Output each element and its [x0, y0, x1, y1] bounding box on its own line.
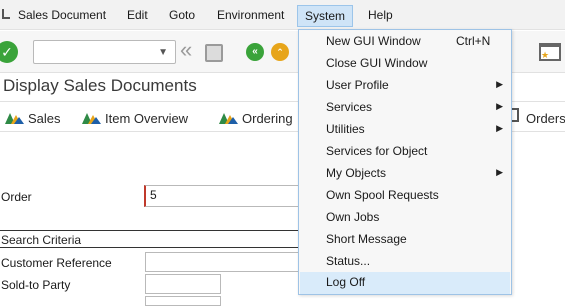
orders-button-label: Orders [526, 111, 565, 126]
menu-item-close-gui-window[interactable]: Close GUI Window [300, 53, 510, 75]
ordering-button-label: Ordering [242, 111, 293, 126]
menu-item-shortcut: Ctrl+N [456, 34, 491, 48]
menu-item-new-gui-window[interactable]: New GUI Window Ctrl+N [300, 31, 510, 53]
page-title: Display Sales Documents [3, 76, 197, 95]
overview-icon [219, 112, 238, 124]
menu-sales-document[interactable]: Sales Document [18, 8, 106, 22]
menu-item-label: Short Message [326, 232, 407, 246]
next-field-input[interactable] [145, 296, 221, 306]
ordering-button[interactable]: Ordering [219, 111, 293, 126]
command-field[interactable]: ▼ [33, 40, 176, 64]
menu-item-own-jobs[interactable]: Own Jobs [300, 207, 510, 229]
menu-item-label: Utilities [326, 122, 365, 136]
sales-button[interactable]: Sales [5, 111, 61, 126]
exit-icon[interactable]: ⌃ [271, 43, 289, 61]
menu-item-utilities[interactable]: Utilities ▶ [300, 119, 510, 141]
menu-item-label: Status... [326, 254, 371, 268]
menu-system[interactable]: System [297, 5, 354, 27]
item-overview-button[interactable]: Item Overview [82, 111, 188, 126]
order-input[interactable]: 5 [144, 185, 304, 207]
menu-item-services-for-object[interactable]: Services for Object [300, 141, 510, 163]
customer-reference-label: Customer Reference [1, 256, 112, 270]
overview-icon [82, 112, 101, 124]
customer-reference-input[interactable] [145, 252, 305, 272]
submenu-arrow-icon: ▶ [496, 123, 503, 133]
overview-icon [5, 112, 24, 124]
submenu-arrow-icon: ▶ [496, 101, 503, 111]
submenu-arrow-icon: ▶ [496, 79, 503, 89]
menu-item-label: Own Spool Requests [326, 188, 439, 202]
menu-bar: Sales Document Edit Goto Environment Sys… [0, 0, 565, 30]
menu-item-label: User Profile [326, 78, 389, 92]
sold-to-party-input[interactable] [145, 274, 221, 294]
menu-item-label: New GUI Window [326, 34, 421, 48]
menu-goto[interactable]: Goto [169, 8, 195, 22]
chevron-down-icon[interactable]: ▼ [158, 47, 168, 58]
menu-item-own-spool-requests[interactable]: Own Spool Requests [300, 185, 510, 207]
system-menu: New GUI Window Ctrl+N Close GUI Window U… [298, 29, 512, 295]
sales-button-label: Sales [28, 111, 61, 126]
double-left-arrow-icon[interactable]: « [180, 39, 192, 61]
menu-edit[interactable]: Edit [127, 8, 148, 22]
menu-environment[interactable]: Environment [217, 8, 284, 22]
menu-item-label: Services [326, 100, 373, 114]
menu-help[interactable]: Help [368, 8, 393, 22]
corner-icon [2, 9, 10, 19]
save-icon[interactable] [205, 44, 223, 62]
menu-item-label: Own Jobs [326, 210, 380, 224]
menu-item-label: Log Off [326, 275, 366, 289]
search-criteria-header: Search Criteria [0, 230, 300, 248]
menu-item-log-off[interactable]: Log Off [300, 272, 510, 294]
menu-item-my-objects[interactable]: My Objects ▶ [300, 163, 510, 185]
menu-item-label: Services for Object [326, 144, 428, 158]
customize-layout-icon[interactable]: ★ [539, 43, 561, 61]
submenu-arrow-icon: ▶ [496, 167, 503, 177]
menu-item-user-profile[interactable]: User Profile ▶ [300, 75, 510, 97]
menu-item-label: My Objects [326, 166, 387, 180]
order-label: Order [1, 190, 32, 204]
orders-button[interactable]: Orders [526, 111, 565, 126]
menu-item-status[interactable]: Status... [300, 251, 510, 273]
menu-item-label: Close GUI Window [326, 56, 428, 70]
sold-to-party-label: Sold-to Party [1, 278, 71, 292]
menu-item-short-message[interactable]: Short Message [300, 229, 510, 251]
back-icon[interactable]: « [246, 43, 264, 61]
item-overview-button-label: Item Overview [105, 111, 189, 126]
menu-item-services[interactable]: Services ▶ [300, 97, 510, 119]
